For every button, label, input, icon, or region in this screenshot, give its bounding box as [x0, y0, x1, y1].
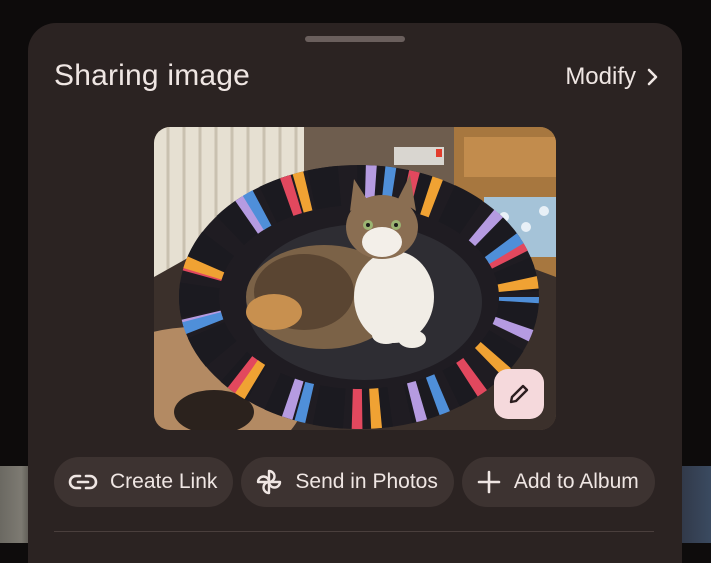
drag-handle[interactable]: [305, 36, 405, 42]
divider: [54, 531, 654, 532]
link-icon: [68, 474, 98, 490]
share-bottom-sheet: Sharing image Modify Create Link Send in…: [28, 23, 682, 563]
send-in-photos-label: Send in Photos: [295, 470, 438, 493]
sheet-title: Sharing image: [54, 59, 251, 92]
create-link-label: Create Link: [110, 470, 218, 493]
modify-button[interactable]: Modify: [565, 63, 660, 91]
pencil-icon: [509, 384, 529, 404]
edit-image-button[interactable]: [494, 369, 544, 419]
modify-label: Modify: [565, 63, 636, 90]
create-link-button[interactable]: Create Link: [54, 457, 234, 507]
share-actions-row: Create Link Send in Photos Add to Album: [54, 457, 655, 507]
chevron-right-icon: [647, 68, 658, 86]
plus-icon: [477, 470, 501, 494]
send-in-photos-button[interactable]: Send in Photos: [241, 457, 454, 507]
add-to-album-button[interactable]: Add to Album: [461, 457, 655, 507]
pinwheel-icon: [257, 469, 282, 495]
add-to-album-label: Add to Album: [513, 470, 639, 493]
